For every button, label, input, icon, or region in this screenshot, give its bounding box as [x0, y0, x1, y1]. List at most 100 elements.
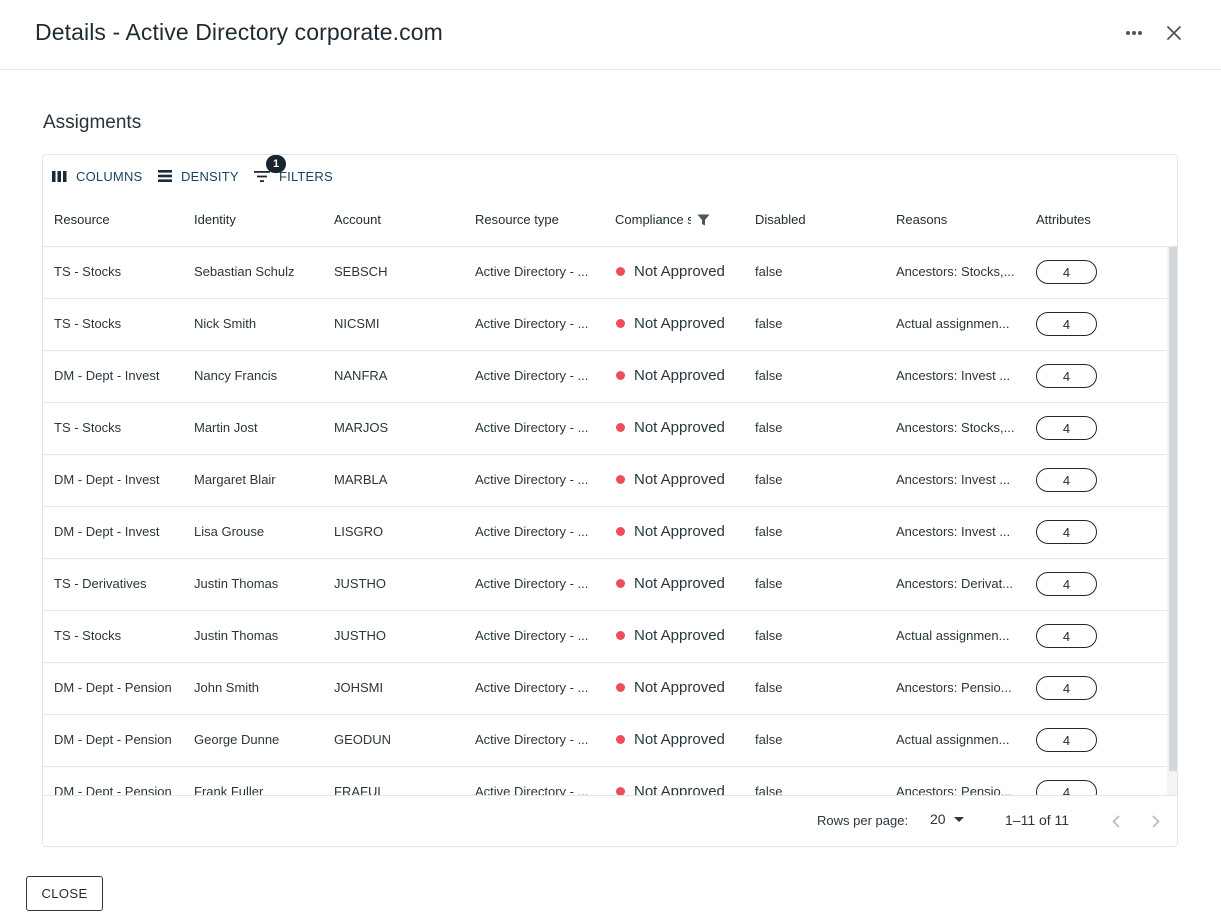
cell-disabled: false — [755, 368, 783, 383]
assignments-grid: COLUMNS DENSITY FILTERS 1 Resource Ident… — [42, 154, 1178, 847]
table-row[interactable]: DM - Dept - Invest Nancy Francis NANFRA Act… — [43, 351, 1167, 403]
chevron-right-icon — [1152, 814, 1160, 828]
cell-resource: DM - Dept - Pension — [54, 784, 172, 795]
table-row[interactable]: TS - Stocks Nick Smith NICSMI Active Direct… — [43, 299, 1167, 351]
attributes-count-chip[interactable]: 4 — [1036, 728, 1097, 752]
cell-compliance: Not Approved — [616, 263, 744, 280]
cell-identity: Martin Jost — [194, 420, 258, 435]
cell-disabled: false — [755, 264, 783, 279]
cell-identity: Justin Thomas — [194, 628, 279, 643]
filter-list-icon — [254, 170, 270, 182]
column-header-account[interactable]: Account — [334, 212, 381, 227]
cell-disabled: false — [755, 524, 783, 539]
cell-compliance: Not Approved — [616, 315, 744, 332]
column-header-disabled[interactable]: Disabled — [755, 212, 806, 227]
cell-reasons: Ancestors: Invest ... — [896, 368, 1011, 383]
next-page-button[interactable] — [1146, 810, 1166, 832]
table-row[interactable]: TS - Stocks Martin Jost MARJOS Active Direc… — [43, 403, 1167, 455]
attributes-count-chip[interactable]: 4 — [1036, 416, 1097, 440]
grid-body: TS - Stocks Sebastian Schulz SEBSCH Active … — [43, 247, 1167, 795]
cell-reasons: Ancestors: Invest ... — [896, 524, 1011, 539]
cell-disabled: false — [755, 784, 783, 795]
filters-button[interactable]: FILTERS — [254, 165, 333, 187]
attributes-count-chip[interactable]: 4 — [1036, 624, 1097, 648]
status-dot-icon — [616, 579, 625, 588]
cell-disabled: false — [755, 472, 783, 487]
previous-page-button[interactable] — [1106, 810, 1126, 832]
attributes-count-chip[interactable]: 4 — [1036, 260, 1097, 284]
attributes-count-chip[interactable]: 4 — [1036, 468, 1097, 492]
table-row[interactable]: DM - Dept - Pension George Dunne GEODUN Act… — [43, 715, 1167, 767]
cell-account: MARBLA — [334, 472, 388, 487]
columns-button[interactable]: COLUMNS — [52, 165, 142, 187]
cell-identity: Nick Smith — [194, 316, 257, 331]
column-header-resource[interactable]: Resource — [54, 212, 110, 227]
filters-label: FILTERS — [279, 168, 333, 184]
cell-compliance: Not Approved — [616, 523, 744, 540]
cell-resource-type: Active Directory - ... — [475, 368, 589, 383]
attributes-count-chip[interactable]: 4 — [1036, 780, 1097, 795]
compliance-status-text: Not Approved — [634, 315, 725, 332]
attributes-count-chip[interactable]: 4 — [1036, 572, 1097, 596]
cell-account: NANFRA — [334, 368, 388, 383]
scrollbar-thumb[interactable] — [1169, 247, 1177, 771]
cell-identity: Sebastian Schulz — [194, 264, 295, 279]
cell-account: GEODUN — [334, 732, 392, 747]
cell-reasons: Ancestors: Pensio... — [896, 784, 1012, 795]
column-header-resource-type[interactable]: Resource type — [475, 212, 559, 227]
compliance-status-text: Not Approved — [634, 731, 725, 748]
cell-disabled: false — [755, 680, 783, 695]
cell-identity: Nancy Francis — [194, 368, 278, 383]
status-dot-icon — [616, 631, 625, 640]
cell-resource-type: Active Directory - ... — [475, 316, 589, 331]
cell-disabled: false — [755, 576, 783, 591]
table-row[interactable]: DM - Dept - Invest Margaret Blair MARBLA Ac… — [43, 455, 1167, 507]
compliance-status-text: Not Approved — [634, 679, 725, 696]
columns-icon — [52, 170, 67, 182]
attributes-count-chip[interactable]: 4 — [1036, 676, 1097, 700]
cell-identity: George Dunne — [194, 732, 280, 747]
table-row[interactable]: TS - Derivatives Justin Thomas JUSTHO Activ… — [43, 559, 1167, 611]
column-header-compliance[interactable]: Compliance s — [615, 212, 691, 227]
chevron-left-icon — [1112, 814, 1120, 828]
cell-resource: TS - Stocks — [54, 316, 122, 331]
cell-resource-type: Active Directory - ... — [475, 576, 589, 591]
cell-disabled: false — [755, 316, 783, 331]
cell-account: JUSTHO — [334, 628, 386, 643]
cell-resource: DM - Dept - Pension — [54, 732, 172, 747]
column-header-reasons[interactable]: Reasons — [896, 212, 947, 227]
more-horizontal-icon — [1126, 31, 1142, 35]
rows-per-page-label: Rows per page: — [817, 813, 909, 828]
table-row[interactable]: DM - Dept - Pension Frank Fuller FRAFUL Act… — [43, 767, 1167, 795]
attributes-count-chip[interactable]: 4 — [1036, 364, 1097, 388]
more-options-button[interactable] — [1120, 20, 1148, 46]
compliance-status-text: Not Approved — [634, 783, 725, 795]
status-dot-icon — [616, 475, 625, 484]
compliance-status-text: Not Approved — [634, 419, 725, 436]
cell-resource: DM - Dept - Invest — [54, 524, 160, 539]
attributes-count-chip[interactable]: 4 — [1036, 520, 1097, 544]
column-filter-icon[interactable] — [697, 214, 710, 226]
density-icon — [158, 170, 172, 182]
compliance-status-text: Not Approved — [634, 523, 725, 540]
compliance-status-text: Not Approved — [634, 263, 725, 280]
cell-resource-type: Active Directory - ... — [475, 628, 589, 643]
compliance-status-text: Not Approved — [634, 575, 725, 592]
column-header-attributes[interactable]: Attributes — [1036, 212, 1091, 227]
cell-disabled: false — [755, 628, 783, 643]
dialog-close-button[interactable] — [1160, 20, 1188, 46]
table-row[interactable]: TS - Stocks Sebastian Schulz SEBSCH Active … — [43, 247, 1167, 299]
cell-resource: TS - Stocks — [54, 264, 122, 279]
table-row[interactable]: DM - Dept - Invest Lisa Grouse LISGRO Activ… — [43, 507, 1167, 559]
cell-resource: DM - Dept - Invest — [54, 368, 160, 383]
close-button[interactable]: CLOSE — [26, 876, 103, 911]
density-button[interactable]: DENSITY — [158, 165, 239, 187]
table-row[interactable]: TS - Stocks Justin Thomas JUSTHO Active Dir… — [43, 611, 1167, 663]
cell-resource-type: Active Directory - ... — [475, 680, 589, 695]
table-row[interactable]: DM - Dept - Pension John Smith JOHSMI Activ… — [43, 663, 1167, 715]
rows-per-page-select[interactable]: 20 — [930, 811, 964, 827]
attributes-count-chip[interactable]: 4 — [1036, 312, 1097, 336]
status-dot-icon — [616, 319, 625, 328]
column-header-identity[interactable]: Identity — [194, 212, 236, 227]
cell-compliance: Not Approved — [616, 627, 744, 644]
